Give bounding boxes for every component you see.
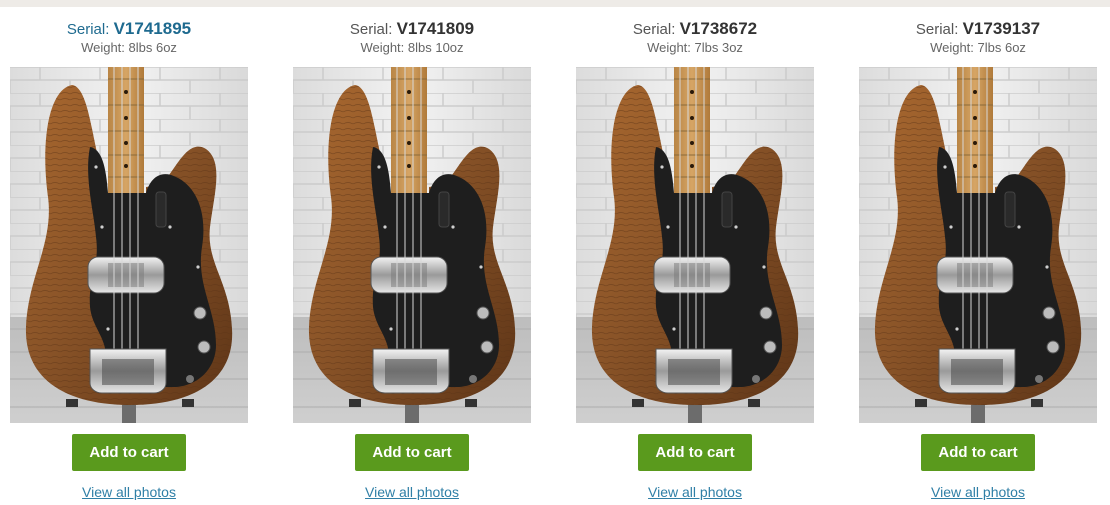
top-border-strip (0, 0, 1110, 7)
view-all-photos-link[interactable]: View all photos (576, 483, 814, 501)
bass-guitar-illustration (293, 67, 531, 423)
guitar-photo[interactable] (576, 67, 814, 423)
bass-guitar-illustration (859, 67, 1097, 423)
serial-label: Serial: (349, 21, 393, 38)
add-to-cart-button[interactable]: Add to cart (355, 434, 469, 471)
weight-text: Weight: 8lbs 10oz (360, 40, 464, 55)
serial-line: Serial: V1741895 (10, 18, 248, 40)
product-grid: Serial: V1741895 Weight: 8lbs 6oz Add to… (0, 18, 1110, 505)
bass-guitar-illustration (576, 67, 814, 423)
view-all-photos-link[interactable]: View all photos (10, 483, 248, 501)
view-all-photos-link[interactable]: View all photos (293, 483, 531, 501)
serial-line: Serial: V1738672 (576, 18, 814, 40)
view-all-photos-link[interactable]: View all photos (859, 483, 1097, 501)
serial-label: Serial: (632, 21, 676, 38)
add-to-cart-button[interactable]: Add to cart (921, 434, 1035, 471)
add-to-cart-button[interactable]: Add to cart (72, 434, 186, 471)
serial-label: Serial: (66, 21, 110, 38)
product-card: Serial: V1741809 Weight: 8lbs 10oz Add t… (293, 18, 531, 505)
product-card: Serial: V1738672 Weight: 7lbs 3oz Add to… (576, 18, 814, 505)
serial-label: Serial: (915, 21, 959, 38)
weight-text: Weight: 7lbs 6oz (930, 40, 1026, 55)
serial-number: V1741895 (113, 19, 192, 38)
serial-number: V1739137 (962, 19, 1041, 38)
serial-number: V1738672 (679, 19, 758, 38)
weight-text: Weight: 8lbs 6oz (81, 40, 177, 55)
guitar-photo[interactable] (859, 67, 1097, 423)
product-card: Serial: V1739137 Weight: 7lbs 6oz Add to… (859, 18, 1097, 505)
guitar-photo[interactable] (293, 67, 531, 423)
guitar-photo[interactable] (10, 67, 248, 423)
product-card: Serial: V1741895 Weight: 8lbs 6oz Add to… (10, 18, 248, 505)
serial-line: Serial: V1739137 (859, 18, 1097, 40)
serial-number: V1741809 (396, 19, 475, 38)
weight-text: Weight: 7lbs 3oz (647, 40, 743, 55)
bass-guitar-illustration (10, 67, 248, 423)
serial-line: Serial: V1741809 (293, 18, 531, 40)
add-to-cart-button[interactable]: Add to cart (638, 434, 752, 471)
